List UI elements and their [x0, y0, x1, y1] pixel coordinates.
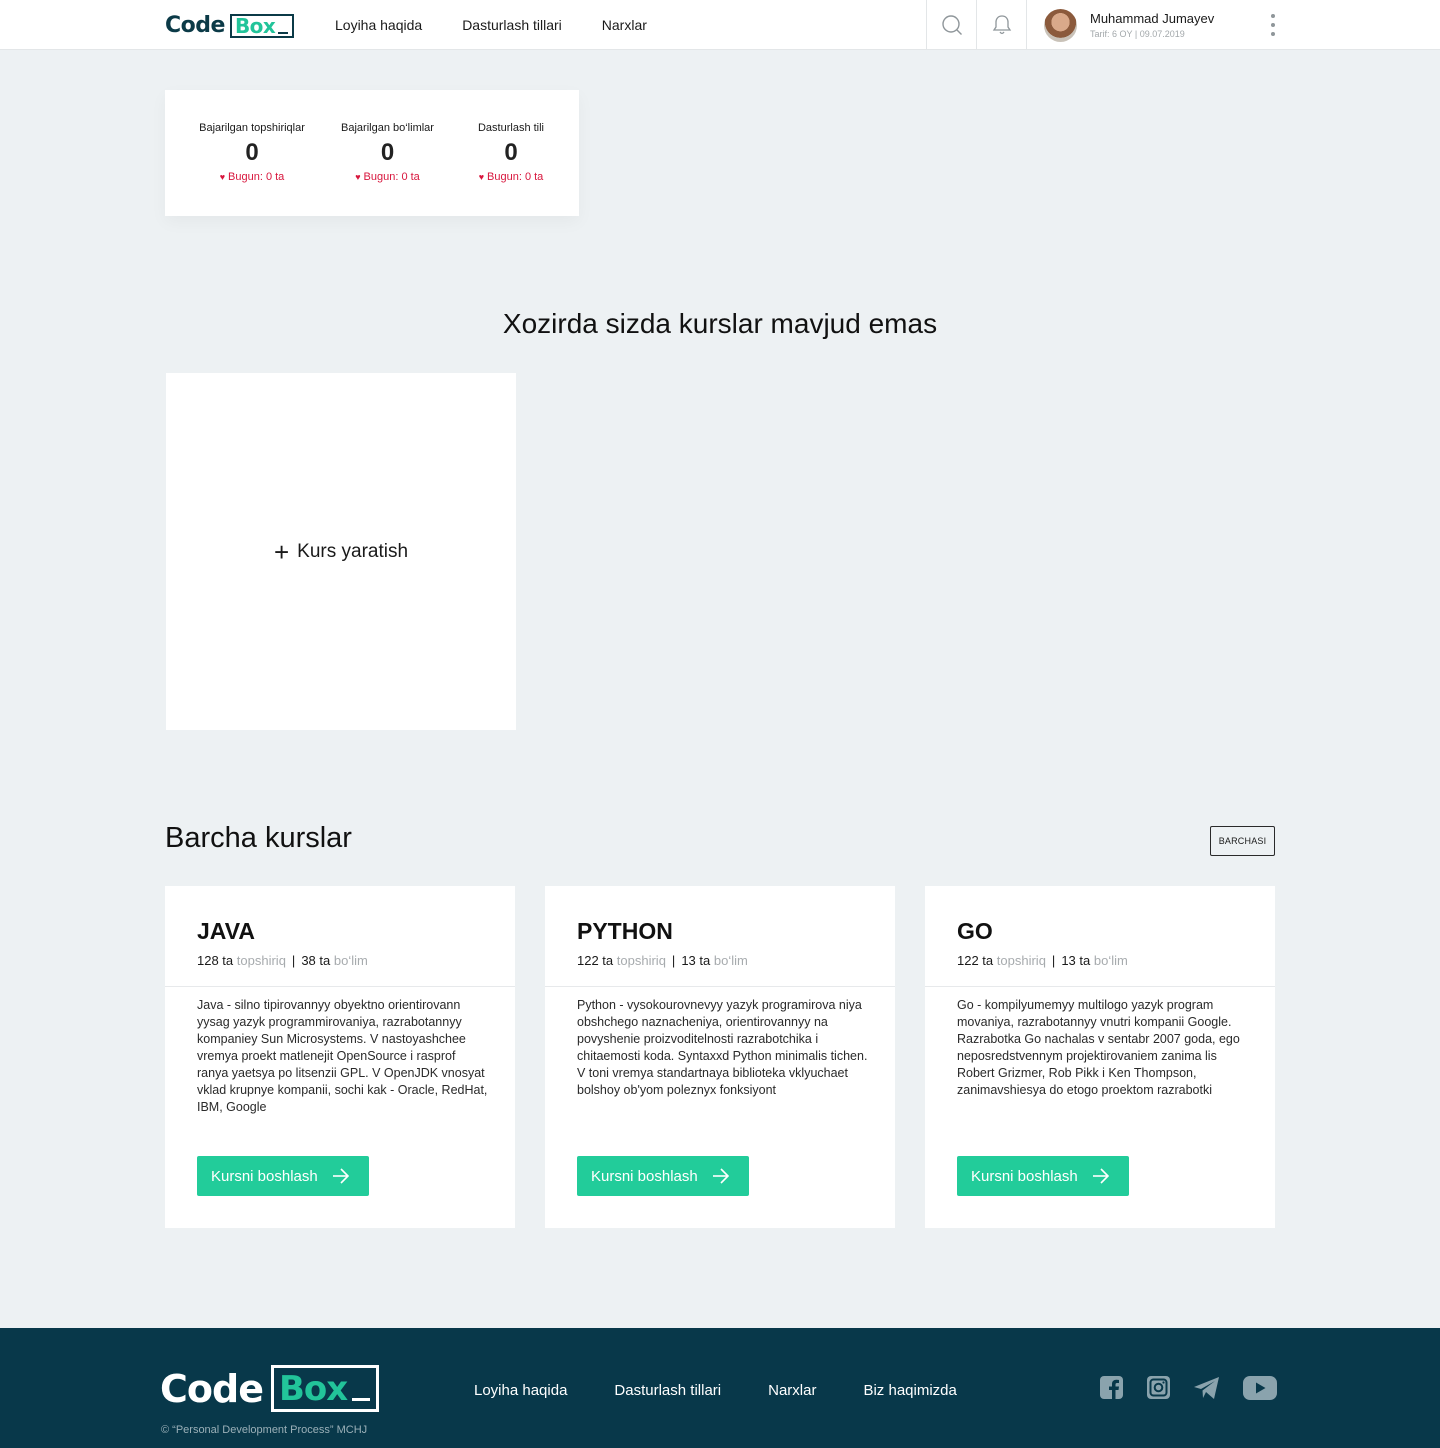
stat-completed-tasks: Bajarilgan topshiriqlar 0 ♥ Bugun: 0 ta	[197, 122, 307, 183]
course-card-go: GO 122 ta topshiriq | 13 ta bo‘lim Go - ko…	[925, 886, 1275, 1228]
course-card-python: PYTHON 122 ta topshiriq | 13 ta bo‘lim Pyt…	[545, 886, 895, 1228]
youtube-icon[interactable]	[1243, 1376, 1277, 1400]
footer-logo-box: Box	[270, 1365, 380, 1412]
footer: Code Box © “Personal Development Process…	[0, 1328, 1440, 1448]
course-name: GO	[957, 918, 993, 944]
footer-link-about[interactable]: Loyiha haqida	[474, 1382, 567, 1399]
all-courses-title: Barcha kurslar	[165, 822, 352, 854]
stat-today-text: Bugun: 0 ta	[228, 171, 285, 183]
user-tarif: Tarif: 6 OY | 09.07.2019	[1090, 29, 1185, 39]
start-course-button[interactable]: Kursni boshlash	[577, 1156, 749, 1196]
course-tasks-count: 122 ta	[957, 953, 994, 968]
start-course-label: Kursni boshlash	[971, 1167, 1078, 1185]
stat-languages: Dasturlash tili 0 ♥ Bugun: 0 ta	[471, 122, 551, 183]
footer-logo-box-text: Box	[278, 1368, 348, 1409]
telegram-icon[interactable]	[1193, 1376, 1221, 1400]
start-course-label: Kursni boshlash	[591, 1167, 698, 1185]
stat-value: 0	[504, 139, 518, 166]
start-course-label: Kursni boshlash	[211, 1167, 318, 1185]
nav-link-languages[interactable]: Dasturlash tillari	[462, 17, 562, 33]
footer-link-languages[interactable]: Dasturlash tillari	[614, 1382, 721, 1399]
stat-today-text: Bugun: 0 ta	[363, 171, 420, 183]
view-all-button[interactable]: BARCHASI	[1210, 826, 1275, 856]
instagram-icon[interactable]	[1147, 1376, 1170, 1399]
more-menu-button[interactable]	[1269, 14, 1277, 36]
plus-icon: +	[273, 536, 290, 567]
divider	[545, 986, 895, 987]
stat-completed-sections: Bajarilgan bo‘limlar 0 ♥ Bugun: 0 ta	[337, 122, 438, 183]
footer-logo[interactable]: Code Box	[160, 1365, 380, 1412]
footer-nav: Loyiha haqida Dasturlash tillari Narxlar…	[474, 1382, 1004, 1399]
stats-card: Bajarilgan topshiriqlar 0 ♥ Bugun: 0 ta B…	[165, 90, 579, 216]
divider	[165, 986, 515, 987]
course-description: Python - vysokourovnevyy yazyk programir…	[577, 998, 868, 1097]
logo-box: Box	[229, 13, 295, 38]
course-description: Java - silno tipirovannyy obyektno orien…	[197, 998, 488, 1114]
footer-link-pricing[interactable]: Narxlar	[768, 1382, 816, 1399]
course-meta: 128 ta topshiriq | 38 ta bo‘lim	[197, 953, 368, 968]
stat-label: Bajarilgan topshiriqlar	[199, 122, 305, 134]
arrow-right-icon	[332, 1168, 349, 1184]
course-tasks-label: topshiriq	[236, 953, 286, 968]
nav-link-about[interactable]: Loyiha haqida	[335, 17, 422, 33]
footer-link-about-us[interactable]: Biz haqimizda	[863, 1382, 956, 1399]
course-card-java: JAVA 128 ta topshiriq | 38 ta bo‘lim Java …	[165, 886, 515, 1228]
course-sections-label: bo‘lim	[333, 953, 368, 968]
course-sections-label: bo‘lim	[713, 953, 748, 968]
stat-today: ♥ Bugun: 0 ta	[337, 171, 438, 183]
course-meta: 122 ta topshiriq | 13 ta bo‘lim	[957, 953, 1128, 968]
course-tasks-count: 122 ta	[577, 953, 614, 968]
footer-logo-cursor	[352, 1398, 371, 1401]
course-meta: 122 ta topshiriq | 13 ta bo‘lim	[577, 953, 748, 968]
create-course-card[interactable]: + Kurs yaratish	[166, 373, 516, 730]
avatar[interactable]	[1044, 9, 1077, 42]
search-button[interactable]	[926, 0, 976, 50]
facebook-icon[interactable]	[1100, 1376, 1123, 1399]
stat-label: Bajarilgan bo‘limlar	[341, 122, 434, 134]
notifications-button[interactable]	[976, 0, 1026, 50]
stat-today: ♥ Bugun: 0 ta	[197, 171, 307, 183]
start-course-button[interactable]: Kursni boshlash	[197, 1156, 369, 1196]
course-name: PYTHON	[577, 918, 673, 944]
nav-link-pricing[interactable]: Narxlar	[602, 17, 647, 33]
course-sections-label: bo‘lim	[1093, 953, 1128, 968]
arrow-right-icon	[712, 1168, 729, 1184]
kebab-dot-icon	[1271, 23, 1275, 27]
stat-today-text: Bugun: 0 ta	[487, 171, 544, 183]
course-name: JAVA	[197, 918, 255, 944]
course-tasks-label: topshiriq	[996, 953, 1046, 968]
footer-logo-code-text: Code	[160, 1366, 264, 1411]
start-course-button[interactable]: Kursni boshlash	[957, 1156, 1129, 1196]
top-header: Code Box Loyiha haqida Dasturlash tillar…	[0, 0, 1440, 50]
user-profile[interactable]: Muhammad Jumayev Tarif: 6 OY | 09.07.201…	[1026, 0, 1440, 50]
course-description: Go - kompilyumemyy multilogo yazyk progr…	[957, 998, 1240, 1097]
user-name: Muhammad Jumayev	[1090, 11, 1215, 26]
course-sections-count: 13 ta	[1061, 953, 1091, 968]
kebab-dot-icon	[1271, 14, 1275, 18]
heart-icon: ♥	[219, 172, 226, 182]
stat-label: Dasturlash tili	[477, 122, 545, 134]
course-tasks-label: topshiriq	[616, 953, 666, 968]
search-icon	[941, 15, 962, 35]
heart-icon: ♥	[355, 172, 361, 182]
kebab-dot-icon	[1271, 32, 1275, 36]
create-course-label: Kurs yaratish	[297, 540, 409, 562]
logo-cursor	[278, 31, 289, 34]
arrow-right-icon	[1092, 1168, 1109, 1184]
logo[interactable]: Code Box	[165, 13, 295, 38]
course-sections-count: 38 ta	[301, 953, 331, 968]
stat-today: ♥ Bugun: 0 ta	[471, 171, 551, 183]
main-nav: Loyiha haqida Dasturlash tillari Narxlar	[335, 0, 687, 50]
stat-value: 0	[245, 139, 259, 166]
divider	[925, 986, 1275, 987]
heart-icon: ♥	[478, 172, 485, 182]
bell-icon	[992, 15, 1011, 35]
course-tasks-count: 128 ta	[197, 953, 234, 968]
logo-code-text: Code	[165, 13, 225, 38]
logo-box-text: Box	[234, 13, 276, 38]
footer-copyright: © “Personal Development Process” MCHJ	[161, 1424, 368, 1436]
empty-courses-title: Xozirda sizda kurslar mavjud emas	[502, 308, 938, 339]
course-sections-count: 13 ta	[681, 953, 711, 968]
stat-value: 0	[380, 139, 395, 166]
